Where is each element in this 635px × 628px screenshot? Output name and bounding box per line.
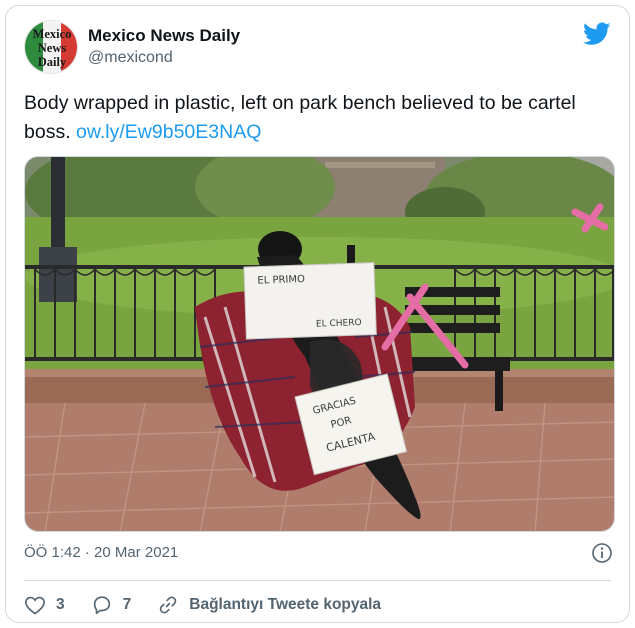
sign-top-line-2: EL CHERO bbox=[316, 318, 362, 330]
avatar-line-2: News bbox=[38, 41, 67, 55]
divider bbox=[24, 580, 611, 581]
copy-link-label: Bağlantıyı Tweete kopyala bbox=[189, 596, 382, 613]
heart-icon bbox=[25, 596, 45, 615]
reply-icon bbox=[93, 596, 110, 615]
like-button[interactable]: 3 bbox=[24, 595, 65, 615]
reply-count: 7 bbox=[122, 596, 132, 613]
avatar[interactable]: Mexico News Daily bbox=[24, 20, 78, 74]
sign-top-line-1: EL PRIMO bbox=[257, 274, 305, 287]
like-count: 3 bbox=[56, 596, 65, 613]
tweet-link[interactable]: ow.ly/Ew9b50E3NAQ bbox=[76, 121, 261, 143]
mexico-news-daily-logo: Mexico News Daily bbox=[25, 21, 77, 73]
tweet-card: Mexico News Daily Mexico News Daily @mex… bbox=[5, 5, 630, 623]
twitter-bird-icon[interactable] bbox=[582, 22, 611, 51]
tweet-actions: 3 7 Bağlantıyı Tweete kopyala bbox=[24, 590, 407, 620]
tweet-timestamp[interactable]: ÖÖ 1:42 · 20 Mar 2021 bbox=[24, 544, 178, 561]
account-handle[interactable]: @mexicond bbox=[88, 49, 173, 67]
reply-button[interactable]: 7 bbox=[91, 594, 132, 616]
info-icon[interactable] bbox=[591, 542, 613, 569]
avatar-line-3: Daily bbox=[38, 55, 67, 69]
tweet-text: Body wrapped in plastic, left on park be… bbox=[24, 89, 619, 147]
link-icon bbox=[160, 596, 177, 614]
tweet-photo[interactable]: EL PRIMO EL CHERO GRACIAS POR CALENTA bbox=[24, 156, 615, 532]
account-name[interactable]: Mexico News Daily bbox=[88, 26, 240, 46]
avatar-line-1: Mexico bbox=[33, 27, 72, 41]
copy-link-button[interactable]: Bağlantıyı Tweete kopyala bbox=[157, 594, 381, 616]
